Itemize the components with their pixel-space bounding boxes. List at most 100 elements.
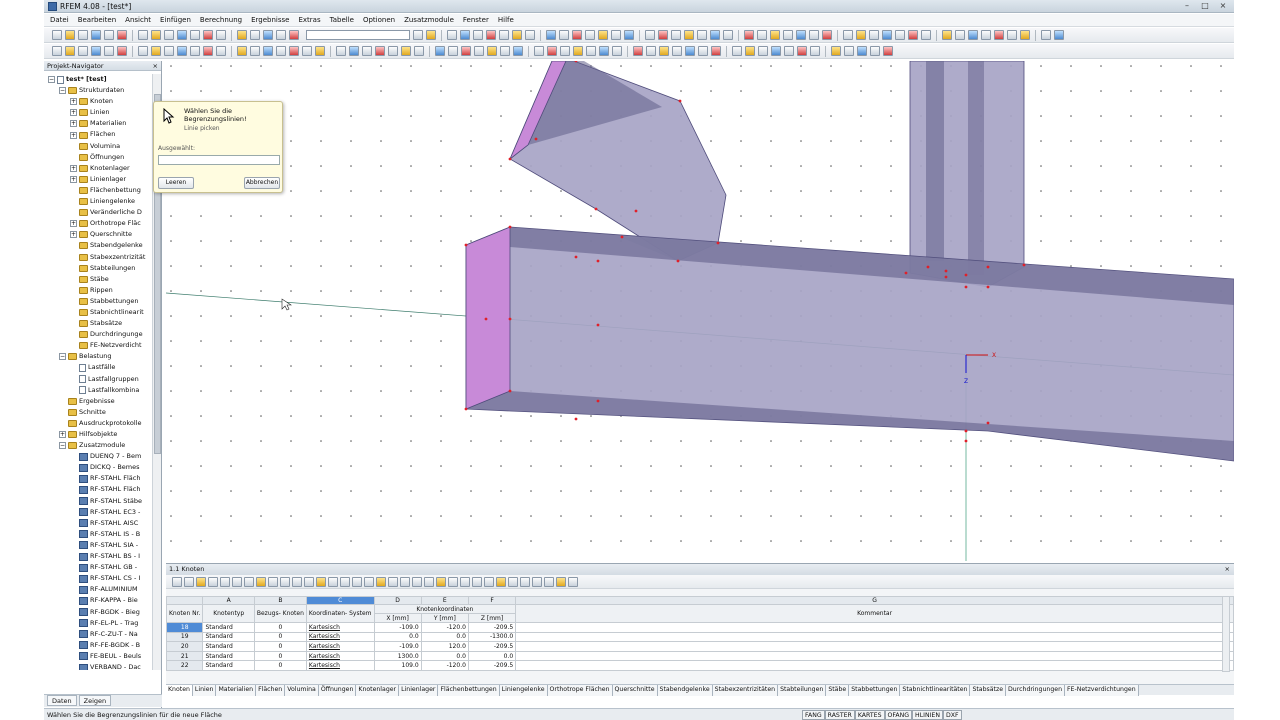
toolbar-button-icon[interactable] <box>302 46 312 56</box>
tree-item[interactable]: DICKQ - Bemes <box>44 462 152 473</box>
tree-item[interactable]: Volumina <box>44 141 152 152</box>
node-point[interactable] <box>464 407 468 411</box>
toolbar-button-icon[interactable] <box>572 30 582 40</box>
node-point[interactable] <box>1022 263 1026 267</box>
toolbar-button-icon[interactable] <box>783 30 793 40</box>
tree-item[interactable]: + Knoten <box>44 96 152 107</box>
toolbar-button-icon[interactable] <box>1054 30 1064 40</box>
menu-zusatzmodule[interactable]: Zusatzmodule <box>404 16 454 24</box>
tree-item[interactable]: Lastfälle <box>44 362 152 373</box>
toolbar-button-icon[interactable] <box>546 30 556 40</box>
table-tab[interactable]: Stabnichtlinearitäten <box>900 685 971 696</box>
toolbar-button-icon[interactable] <box>414 46 424 56</box>
tree-item[interactable]: + Materialien <box>44 118 152 129</box>
toolbar-button-icon[interactable] <box>994 30 1004 40</box>
toolbar-button-icon[interactable] <box>426 30 436 40</box>
toolbar-button-icon[interactable] <box>362 46 372 56</box>
toolbar-button-icon[interactable] <box>473 30 483 40</box>
cell-bezug[interactable]: 0 <box>253 631 307 643</box>
tree-item[interactable]: RF-FE-BGDK - B <box>44 640 152 651</box>
status-flag[interactable]: KARTES <box>854 710 885 720</box>
table-tab[interactable]: Querschnitte <box>612 685 658 696</box>
tree-item[interactable]: + Orthotrope Fläc <box>44 218 152 229</box>
tree-item[interactable]: RF-ALUMINIUM <box>44 584 152 595</box>
cell-y[interactable]: -120.0 <box>420 660 469 671</box>
cell-ksys[interactable]: Kartesisch <box>305 650 375 662</box>
tree-item[interactable]: Rippen <box>44 285 152 296</box>
table-tool-icon[interactable] <box>376 576 386 587</box>
tree-item[interactable]: Stabbettungen <box>44 296 152 307</box>
tree-item[interactable]: RF-STAHL IS - B <box>44 529 152 540</box>
model-viewport[interactable]: X Z <box>166 61 1234 561</box>
cell-x[interactable]: 0.0 <box>373 631 422 643</box>
menu-tabelle[interactable]: Tabelle <box>330 16 354 24</box>
table-tool-icon[interactable] <box>304 576 314 587</box>
cell-nr[interactable]: 20 <box>165 641 204 652</box>
tree-item[interactable]: Stabexzentrizität <box>44 252 152 263</box>
cell-nr[interactable]: 21 <box>165 650 204 662</box>
toolbar-button-icon[interactable] <box>633 46 643 56</box>
tree-item[interactable]: Schnitte <box>44 407 152 418</box>
cell-x[interactable]: -109.0 <box>373 622 422 633</box>
table-tool-icon[interactable] <box>484 576 494 587</box>
toolbar-button-icon[interactable] <box>276 30 286 40</box>
toolbar-button-icon[interactable] <box>672 46 682 56</box>
toolbar-button-icon[interactable] <box>796 30 806 40</box>
toolbar-button-icon[interactable] <box>585 30 595 40</box>
table-tab[interactable]: Linien <box>192 685 217 696</box>
toolbar-button-icon[interactable] <box>164 30 174 40</box>
table-tool-icon[interactable] <box>268 576 278 587</box>
table-tool-icon[interactable] <box>568 576 578 587</box>
table-tool-icon[interactable] <box>532 576 542 587</box>
table-tool-icon[interactable] <box>256 576 266 587</box>
table-tab[interactable]: Stäbe <box>826 685 850 696</box>
toolbar-button-icon[interactable] <box>810 46 820 56</box>
table-tool-icon[interactable] <box>424 576 434 587</box>
toolbar-button-icon[interactable] <box>461 46 471 56</box>
table-tab[interactable]: Flächen <box>256 685 286 696</box>
menu-ansicht[interactable]: Ansicht <box>125 16 151 24</box>
tree-item[interactable]: RF-EL-PL - Trag <box>44 618 152 629</box>
cell-nr[interactable]: 18 <box>165 622 204 633</box>
toolbar-button-icon[interactable] <box>611 30 621 40</box>
node-point[interactable] <box>986 421 990 425</box>
node-point[interactable] <box>944 269 948 273</box>
tree-item[interactable]: Stäbe <box>44 274 152 285</box>
cell-ksys[interactable]: Kartesisch <box>305 660 375 671</box>
table-row[interactable]: 18 Standard 0 Kartesisch -109.0 -120.0 -209.5 <box>165 622 1234 633</box>
toolbar-button-icon[interactable] <box>349 46 359 56</box>
toolbar-button-icon[interactable] <box>685 46 695 56</box>
cell-y[interactable]: 0.0 <box>420 631 469 643</box>
toolbar-button-icon[interactable] <box>745 46 755 56</box>
table-tab[interactable]: Stabbettungen <box>849 685 901 696</box>
table-tool-icon[interactable] <box>280 576 290 587</box>
expand-icon[interactable]: + <box>59 431 66 439</box>
table-tab[interactable]: Durchdringungen <box>1006 685 1065 696</box>
expand-icon[interactable]: + <box>70 164 77 172</box>
tree-item[interactable]: RF-STAHL Fläch <box>44 473 152 484</box>
toolbar-button-icon[interactable] <box>968 30 978 40</box>
table-tab[interactable]: Flächenbettungen <box>438 685 500 696</box>
expand-icon[interactable]: + <box>70 220 77 228</box>
toolbar-button-icon[interactable] <box>104 30 114 40</box>
node-point[interactable] <box>964 439 968 443</box>
menu-fenster[interactable]: Fenster <box>463 16 489 24</box>
toolbar-button-icon[interactable] <box>91 46 101 56</box>
tree-item[interactable]: Lastfallkombina <box>44 385 152 396</box>
cell-kommentar[interactable] <box>515 641 1234 652</box>
toolbar-button-icon[interactable] <box>1041 30 1051 40</box>
toolbar-button-icon[interactable] <box>612 46 622 56</box>
toolbar-button-icon[interactable] <box>895 30 905 40</box>
toolbar-button-icon[interactable] <box>250 46 260 56</box>
toolbar-button-icon[interactable] <box>659 46 669 56</box>
table-tool-icon[interactable] <box>328 576 338 587</box>
table-row[interactable]: 21 Standard 0 Kartesisch 1300.0 0.0 0.0 <box>165 650 1234 662</box>
menu-optionen[interactable]: Optionen <box>363 16 395 24</box>
table-tab[interactable]: Stabendgelenke <box>657 685 713 696</box>
table-tool-icon[interactable] <box>352 576 362 587</box>
toolbar-button-icon[interactable] <box>276 46 286 56</box>
table-tool-icon[interactable] <box>388 576 398 587</box>
cell-nr[interactable]: 22 <box>165 660 204 671</box>
cancel-button[interactable]: Abbrechen <box>244 177 280 189</box>
tree-item[interactable]: − test* [test] <box>44 74 152 85</box>
